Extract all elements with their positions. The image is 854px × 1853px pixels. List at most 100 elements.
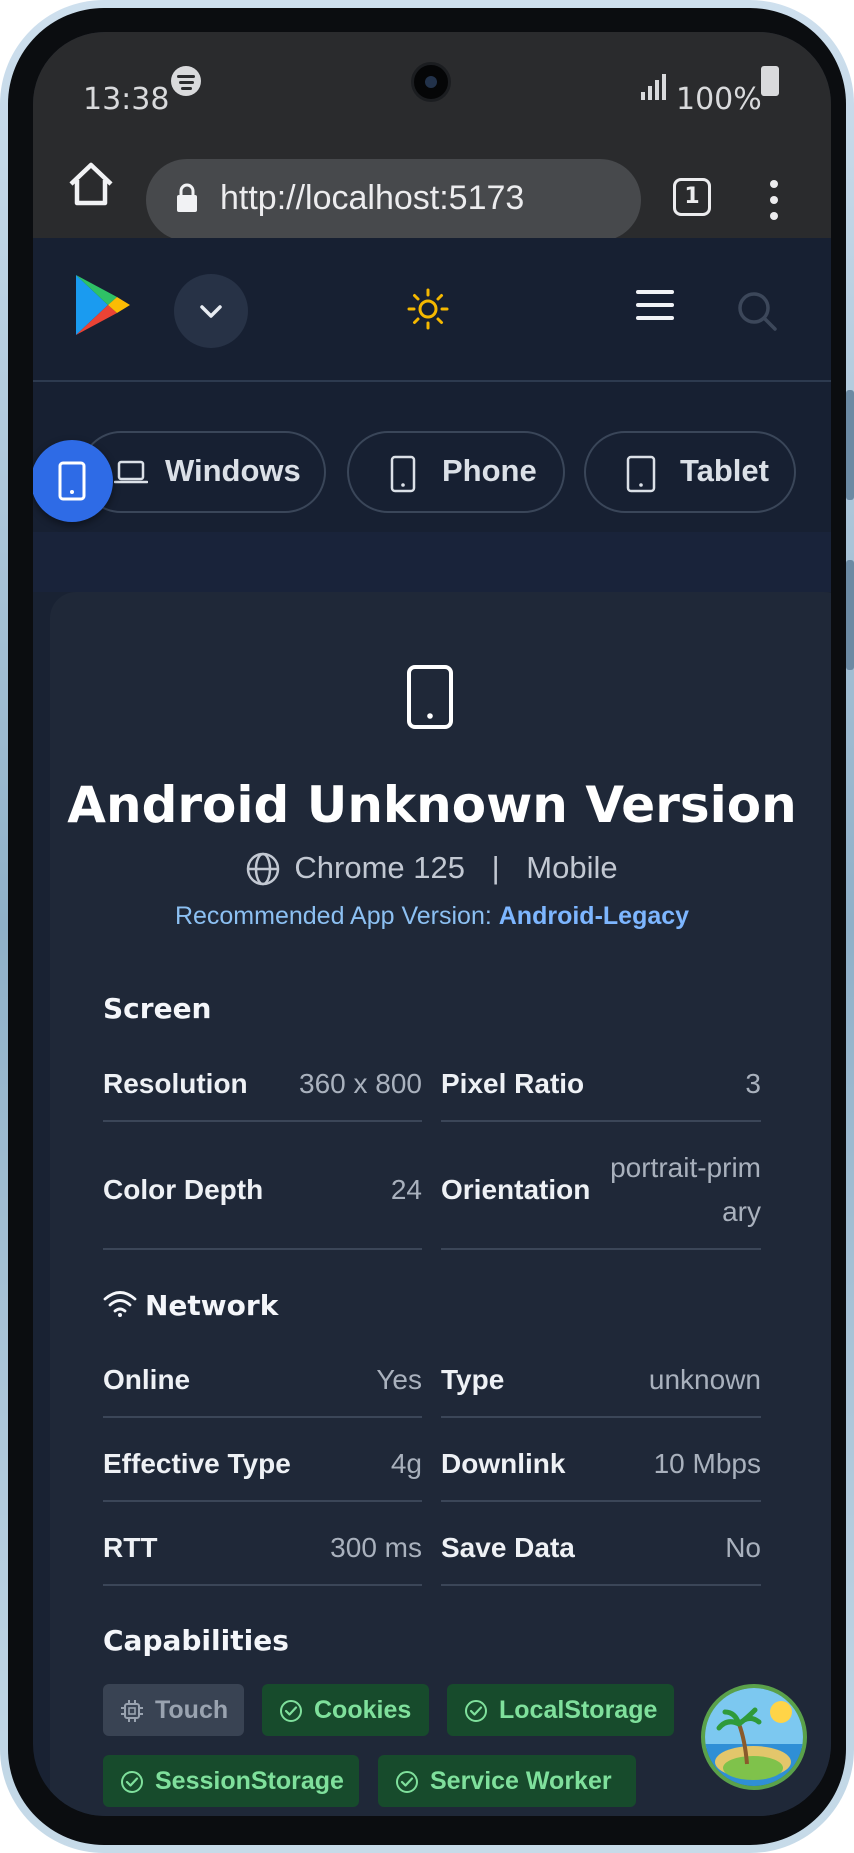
battery-icon <box>761 66 779 96</box>
orientation-key: Orientation <box>441 1174 591 1205</box>
effective-type-key: Effective Type <box>103 1448 291 1479</box>
capability-label-service-worker: Service Worker <box>430 1767 612 1795</box>
resolution-value: 360 x 800 <box>299 1068 422 1099</box>
globe-icon <box>247 852 280 886</box>
capability-chip-service-worker: Service Worker <box>378 1755 636 1807</box>
browser-summary: Chrome 125 | Mobile <box>33 850 831 886</box>
summary-separator: | <box>491 850 500 885</box>
phone-screen: 13:38 100% http://localhost:5173 1 Windo… <box>33 32 831 1816</box>
play-store-logo-icon[interactable] <box>73 272 133 338</box>
resolution-key: Resolution <box>103 1068 248 1099</box>
tab-windows-label: Windows <box>165 453 301 488</box>
tab-phone-label: Phone <box>442 453 537 488</box>
search-icon[interactable] <box>736 290 778 332</box>
spotify-icon <box>171 66 201 96</box>
color-depth-row: Color Depth 24 <box>103 1144 422 1250</box>
browser-toolbar: http://localhost:5173 1 <box>33 132 831 241</box>
device-title: Android Unknown Version <box>67 776 797 834</box>
front-camera <box>411 62 451 102</box>
color-depth-value: 24 <box>390 1174 422 1205</box>
laptop-icon <box>114 460 148 484</box>
tablet-icon <box>626 455 656 493</box>
tab-tablet-label: Tablet <box>680 453 769 488</box>
type-key: Type <box>441 1364 505 1395</box>
home-icon[interactable] <box>63 156 119 212</box>
lock-icon <box>177 183 197 212</box>
network-heading: Network <box>145 1289 279 1322</box>
volume-button <box>846 390 854 500</box>
platform-tabs: Windows Phone Tablet <box>33 382 831 534</box>
capability-label-touch: Touch <box>155 1696 229 1724</box>
rtt-key: RTT <box>103 1532 158 1563</box>
screen-heading: Screen <box>103 992 212 1025</box>
type-row: Type unknown <box>441 1358 761 1418</box>
online-key: Online <box>103 1364 191 1395</box>
capability-label-cookies: Cookies <box>314 1696 412 1724</box>
app-header <box>33 238 831 382</box>
island-avatar-button[interactable] <box>701 1684 807 1790</box>
downlink-key: Downlink <box>441 1448 566 1479</box>
orientation-value-line2: ary <box>722 1196 761 1227</box>
rtt-row: RTT 300 ms <box>103 1526 422 1586</box>
capability-chip-cookies: Cookies <box>262 1684 429 1736</box>
network-heading-row: Network <box>103 1288 278 1322</box>
island-icon <box>705 1688 803 1786</box>
save-data-row: Save Data No <box>441 1526 761 1586</box>
phone-frame: 13:38 100% http://localhost:5173 1 Windo… <box>0 0 854 1853</box>
online-value: Yes <box>376 1364 422 1395</box>
hamburger-menu-icon[interactable] <box>636 290 674 320</box>
rtt-value: 300 ms <box>330 1532 422 1563</box>
form-factor: Mobile <box>526 850 618 885</box>
signal-icon <box>641 74 666 100</box>
orientation-value-line1: portrait-prim <box>610 1152 761 1183</box>
url-text: http://localhost:5173 <box>220 179 525 217</box>
tab-windows[interactable]: Windows <box>80 431 326 513</box>
phone-icon <box>407 665 453 729</box>
check-circle-icon <box>280 1700 302 1722</box>
chip-icon <box>121 1700 143 1722</box>
wifi-icon <box>103 1291 137 1317</box>
downlink-row: Downlink 10 Mbps <box>441 1442 761 1502</box>
downlink-value: 10 Mbps <box>653 1448 761 1479</box>
tab-switcher-button[interactable]: 1 <box>673 178 711 216</box>
browser-menu-icon[interactable] <box>768 180 778 220</box>
capabilities-heading: Capabilities <box>103 1624 289 1657</box>
resolution-row: Resolution 360 x 800 <box>103 1062 422 1122</box>
browser-name: Chrome 125 <box>294 850 465 885</box>
pixel-ratio-key: Pixel Ratio <box>441 1068 585 1099</box>
sun-icon[interactable] <box>407 288 449 330</box>
effective-type-row: Effective Type 4g <box>103 1442 422 1502</box>
capability-chip-localstorage: LocalStorage <box>447 1684 674 1736</box>
orientation-row: Orientation portrait-prim ary <box>441 1144 761 1250</box>
capability-chip-sessionstorage: SessionStorage <box>103 1755 359 1807</box>
check-circle-icon <box>396 1771 418 1793</box>
phone-bezel: 13:38 100% http://localhost:5173 1 Windo… <box>8 8 846 1845</box>
recommended-value[interactable]: Android-Legacy <box>499 902 689 930</box>
power-button <box>846 560 854 670</box>
check-circle-icon <box>121 1771 143 1793</box>
dropdown-button[interactable] <box>174 274 248 348</box>
capability-label-localstorage: LocalStorage <box>499 1696 658 1724</box>
tab-phone[interactable]: Phone <box>347 431 565 513</box>
recommended-label: Recommended App Version: <box>174 902 492 930</box>
battery-percent: 100% <box>676 82 762 117</box>
phone-icon <box>390 455 416 493</box>
save-data-value: No <box>725 1532 761 1563</box>
online-row: Online Yes <box>103 1358 422 1418</box>
status-bar: 13:38 100% <box>33 32 831 132</box>
color-depth-key: Color Depth <box>103 1174 264 1205</box>
capability-label-sessionstorage: SessionStorage <box>155 1767 344 1795</box>
phone-icon <box>58 461 86 501</box>
status-time: 13:38 <box>83 82 170 117</box>
device-fab-button[interactable] <box>33 440 113 522</box>
content-backdrop <box>33 532 831 592</box>
tab-tablet[interactable]: Tablet <box>584 431 796 513</box>
check-circle-icon <box>465 1700 487 1722</box>
save-data-key: Save Data <box>441 1532 575 1563</box>
type-value: unknown <box>648 1364 761 1395</box>
effective-type-value: 4g <box>390 1448 422 1479</box>
pixel-ratio-value: 3 <box>745 1068 761 1099</box>
capability-chip-touch: Touch <box>103 1684 244 1736</box>
url-bar[interactable]: http://localhost:5173 <box>146 159 641 241</box>
pixel-ratio-row: Pixel Ratio 3 <box>441 1062 761 1122</box>
